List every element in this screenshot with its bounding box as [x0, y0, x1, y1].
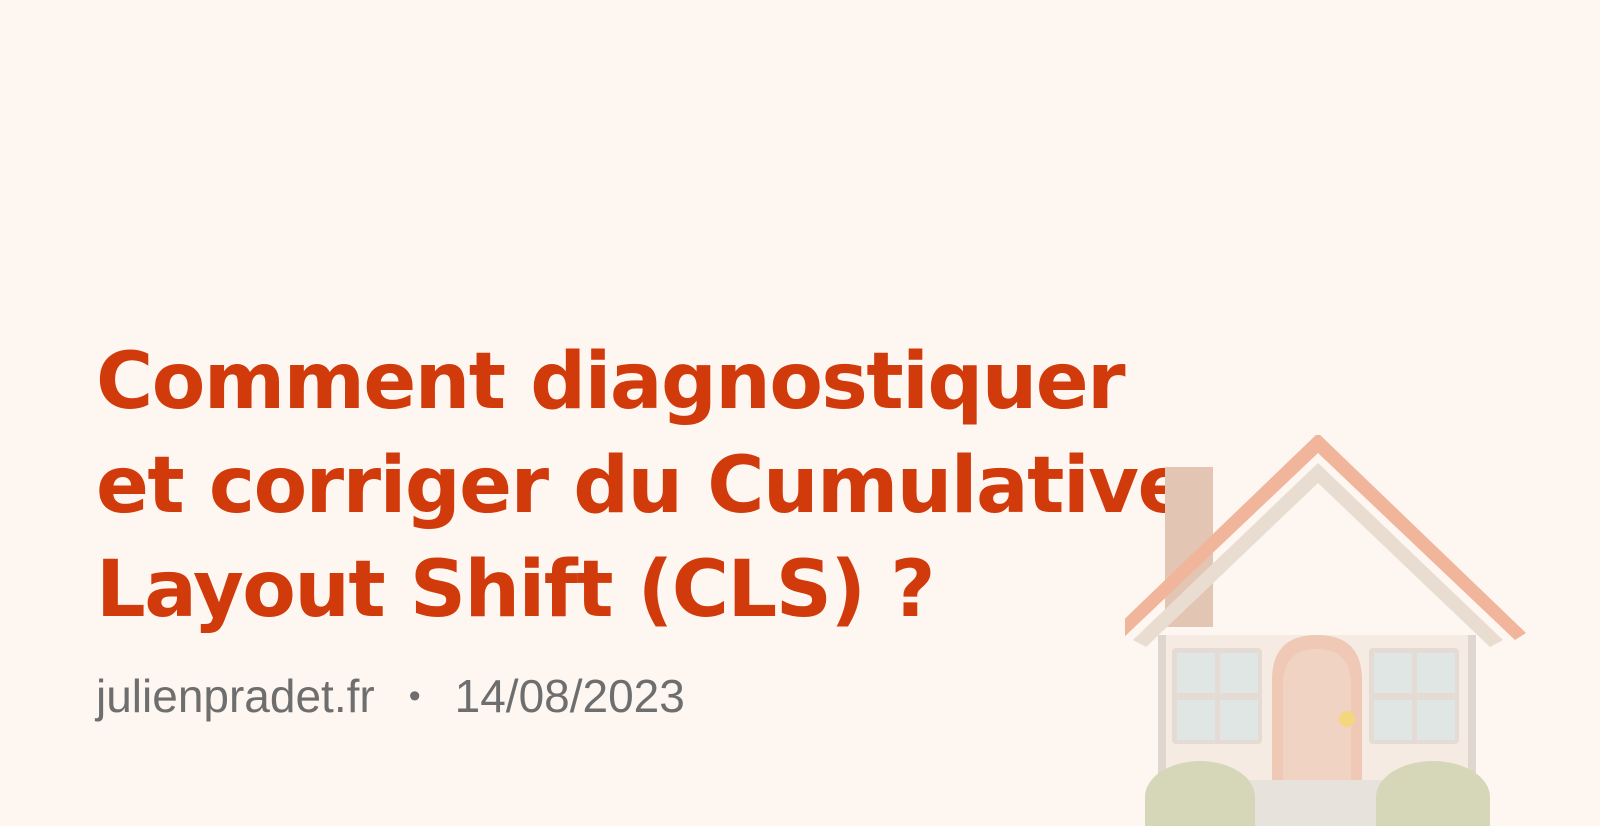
post-title-line-1: Comment diagnostiquer	[96, 337, 1126, 427]
house-icon	[1125, 435, 1526, 826]
site-name: julienpradet.fr	[96, 670, 375, 722]
post-title-line-2: et corriger du Cumulative	[96, 441, 1190, 531]
post-date: 14/08/2023	[454, 670, 685, 722]
meta-separator: •	[408, 676, 421, 715]
post-title: Comment diagnostiquer et corriger du Cum…	[96, 330, 1216, 642]
post-meta: julienpradet.fr • 14/08/2023	[96, 666, 685, 726]
post-title-line-3: Layout Shift (CLS) ?	[96, 545, 935, 635]
social-card: Comment diagnostiquer et corriger du Cum…	[0, 0, 1600, 826]
